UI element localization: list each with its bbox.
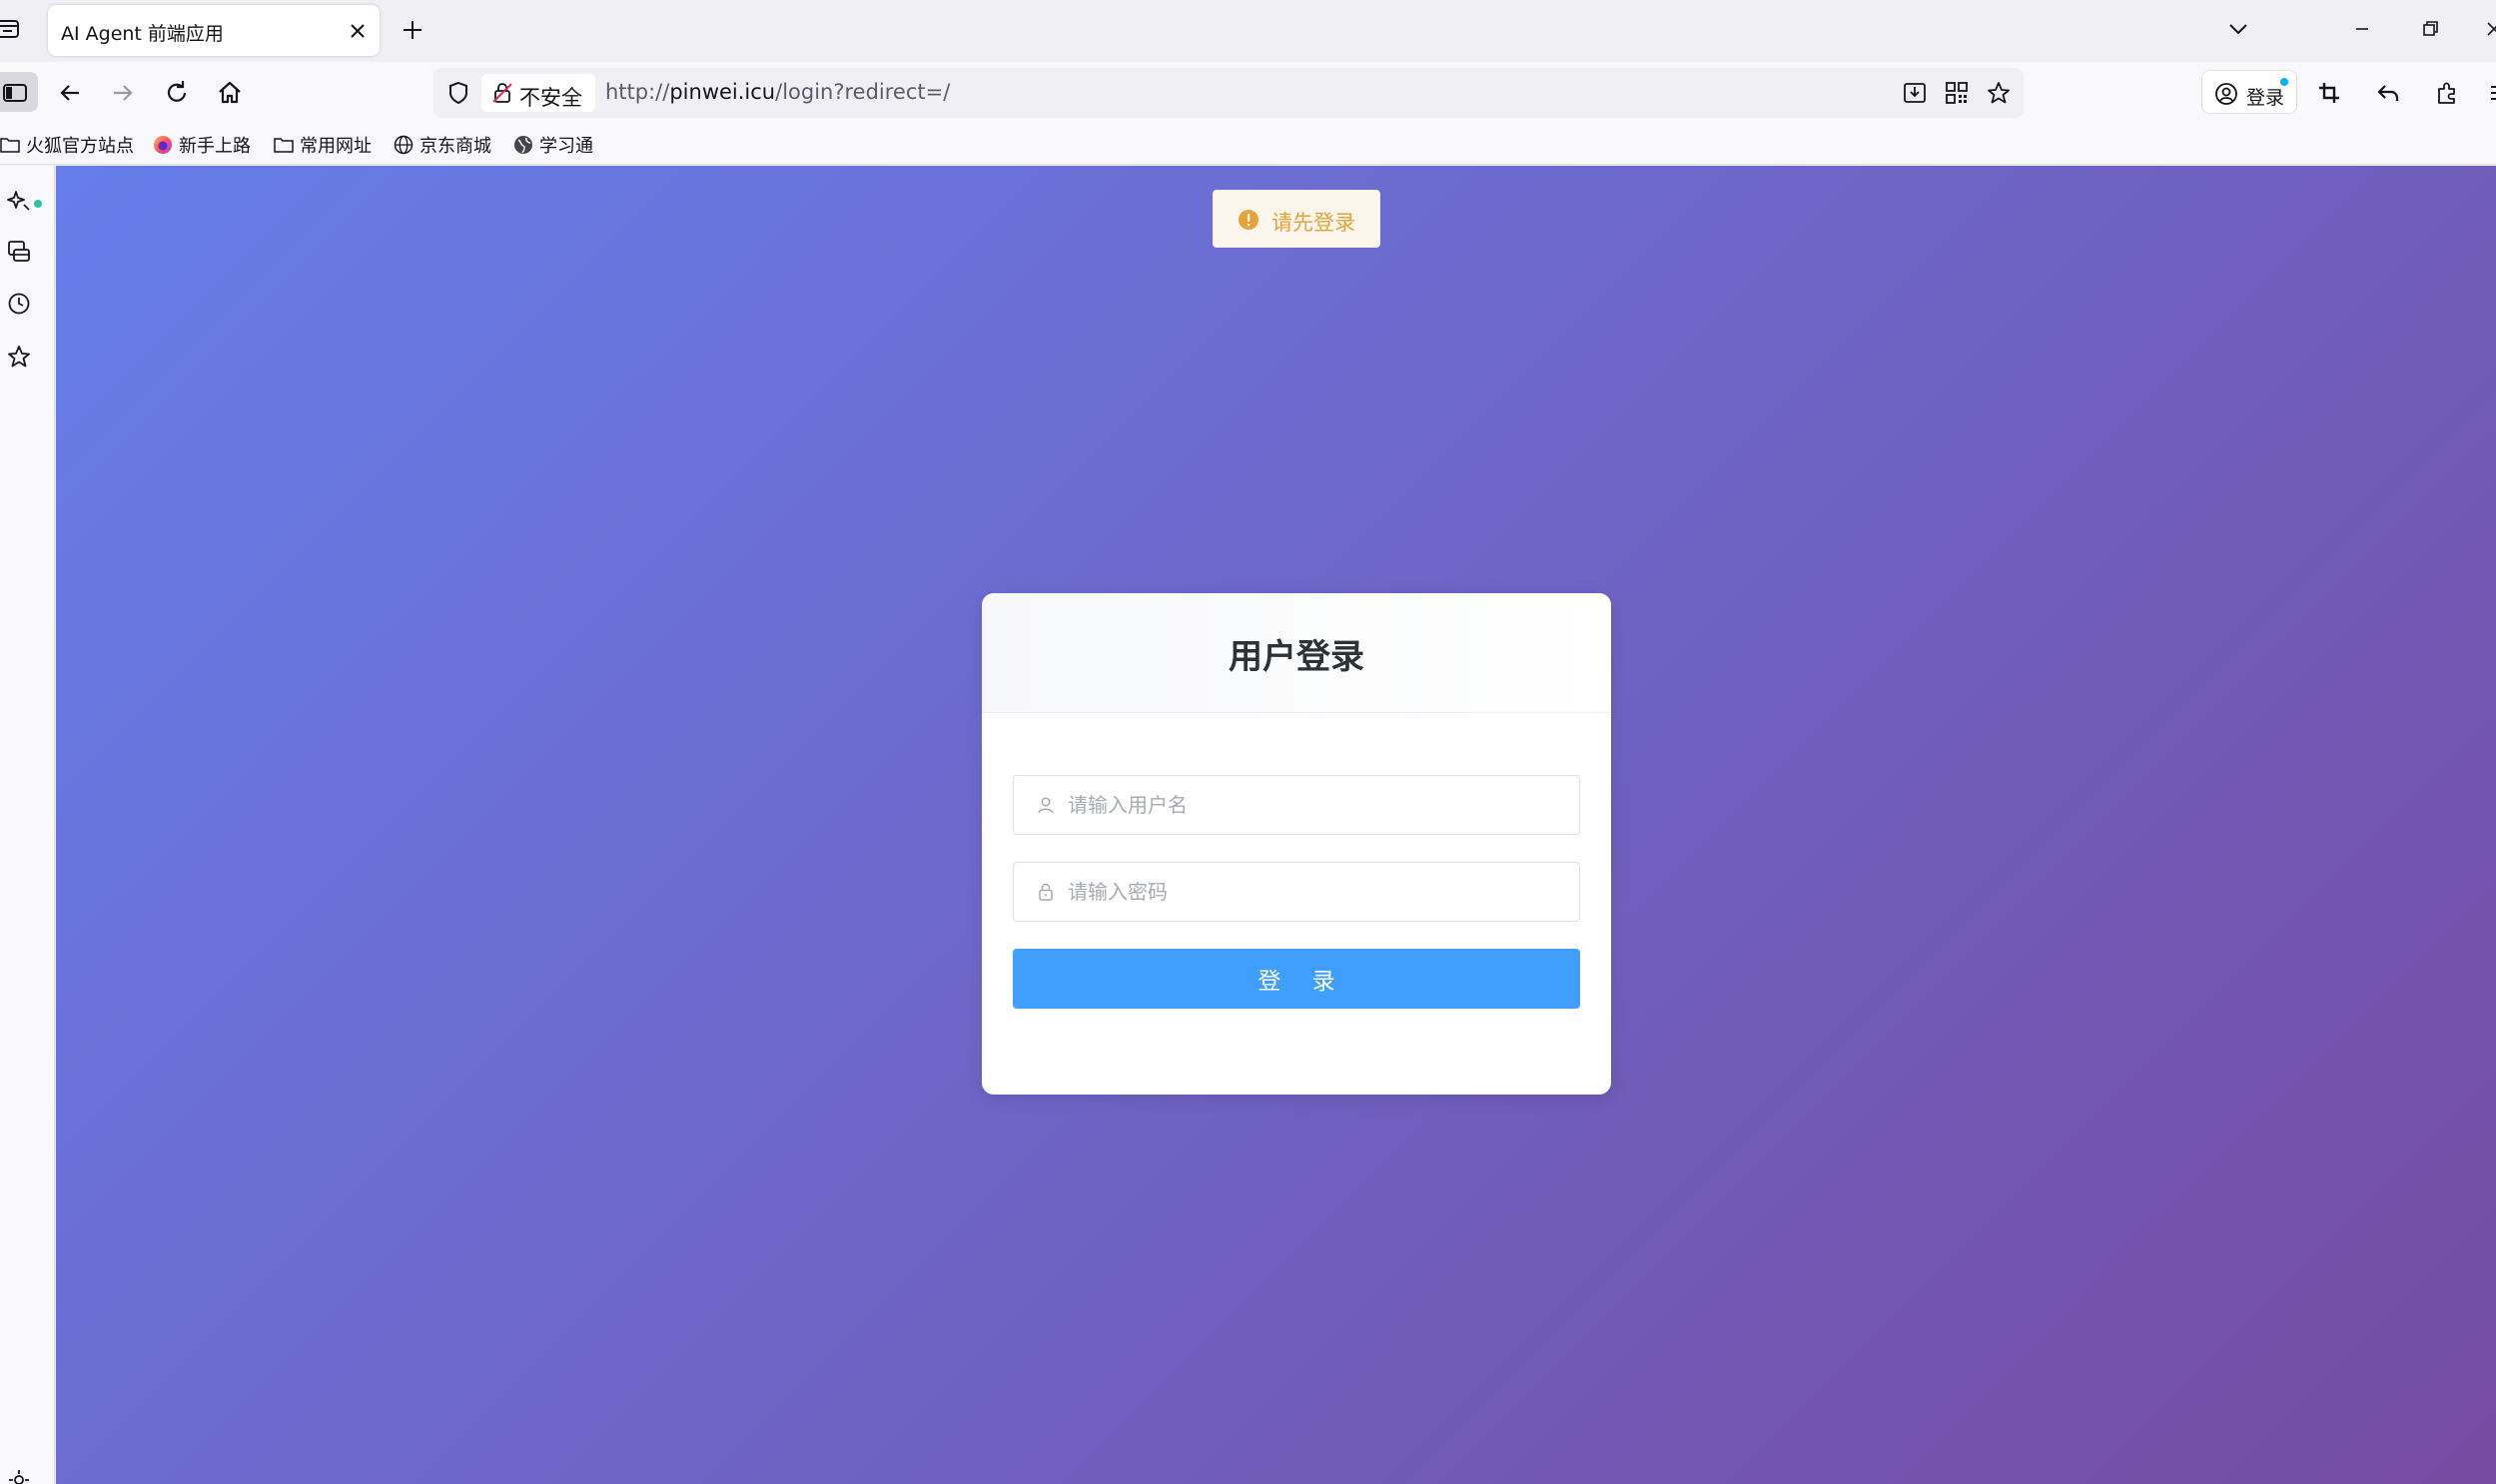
shield-icon[interactable]	[445, 80, 471, 106]
url-text[interactable]: http://pinwei.icu/login?redirect=/	[605, 80, 950, 104]
globe-icon	[513, 135, 533, 155]
bookmark-label: 火狐官方站点	[26, 136, 134, 157]
firefox-icon	[153, 135, 173, 155]
connection-insecure-badge[interactable]: 不安全	[481, 74, 595, 112]
login-button[interactable]: 登 录	[1013, 949, 1580, 1009]
browser-tab-active[interactable]: AI Agent 前端应用	[48, 5, 380, 56]
ai-sparkle-icon[interactable]	[5, 186, 42, 214]
username-field[interactable]	[1013, 775, 1580, 835]
synced-tabs-icon[interactable]	[5, 238, 33, 266]
address-bar[interactable]: 不安全 http://pinwei.icu/login?redirect=/	[433, 68, 2024, 118]
bookmark-item[interactable]: 新手上路	[153, 131, 251, 159]
login-title: 用户登录	[1229, 637, 1364, 677]
navigation-toolbar: 不安全 http://pinwei.icu/login?redirect=/ 登…	[0, 62, 2496, 125]
back-arrow-icon[interactable]	[55, 78, 85, 108]
window-close-icon[interactable]	[2481, 16, 2496, 42]
reload-icon[interactable]	[162, 78, 192, 108]
warning-toast: 请先登录	[1213, 190, 1380, 248]
new-tab-icon[interactable]	[400, 17, 425, 43]
hamburger-menu-icon[interactable]	[2487, 79, 2496, 107]
password-field[interactable]	[1013, 862, 1580, 922]
extensions-puzzle-icon[interactable]	[2433, 79, 2461, 107]
bookmark-label: 常用网址	[300, 136, 372, 157]
card-header: 用户登录	[982, 593, 1611, 713]
qr-code-icon[interactable]	[1944, 80, 1970, 106]
folder-icon	[274, 136, 294, 154]
bookmark-label: 学习通	[539, 136, 593, 157]
password-input[interactable]	[1068, 863, 1567, 921]
url-host: pinwei.icu	[669, 80, 776, 104]
account-button[interactable]: 登录	[2201, 70, 2297, 114]
browser-sidebar	[0, 166, 55, 1484]
undo-icon[interactable]	[2375, 79, 2403, 107]
download-icon[interactable]	[1902, 80, 1928, 106]
toast-message: 请先登录	[1271, 211, 1355, 235]
bookmark-star-icon[interactable]	[1986, 80, 2012, 106]
minimize-icon[interactable]	[2349, 16, 2375, 42]
bookmark-label: 京东商城	[419, 136, 491, 157]
screenshot-crop-icon[interactable]	[2315, 79, 2343, 107]
bookmark-item[interactable]: 京东商城	[394, 131, 491, 159]
notification-dot	[2280, 78, 2288, 86]
warning-icon	[1238, 209, 1259, 231]
restore-icon[interactable]	[2417, 16, 2443, 42]
sidebar-toggle-button[interactable]	[0, 72, 38, 112]
firefox-view-icon[interactable]	[0, 16, 22, 42]
status-dot	[34, 200, 42, 208]
lock-icon	[1036, 882, 1056, 902]
folder-icon	[0, 136, 20, 154]
login-card: 用户登录 登 录	[982, 593, 1611, 1095]
customize-sidebar-icon[interactable]	[5, 1466, 33, 1484]
bookmark-item[interactable]: 火狐官方站点	[0, 131, 134, 159]
account-label: 登录	[2246, 87, 2285, 109]
home-icon[interactable]	[215, 78, 245, 108]
insecure-lock-icon	[491, 82, 513, 104]
tab-strip: AI Agent 前端应用	[0, 0, 2496, 62]
forward-arrow-icon[interactable]	[108, 78, 138, 108]
account-icon	[2214, 82, 2238, 106]
url-path: /login?redirect=/	[775, 80, 951, 104]
url-prefix: http://	[605, 80, 670, 104]
chevron-down-icon[interactable]	[2225, 18, 2251, 40]
bookmarks-star-icon[interactable]	[5, 343, 33, 371]
username-input[interactable]	[1068, 776, 1567, 834]
bookmark-item[interactable]: 常用网址	[274, 131, 372, 159]
insecure-label: 不安全	[519, 86, 582, 110]
bookmarks-toolbar: 火狐官方站点 新手上路 常用网址 京东商城 学习通	[0, 125, 2496, 165]
user-icon	[1036, 795, 1056, 815]
login-page: 请先登录 用户登录 登 录	[56, 166, 2496, 1484]
close-tab-icon[interactable]	[348, 21, 368, 41]
history-clock-icon[interactable]	[5, 290, 33, 318]
bookmark-label: 新手上路	[179, 136, 251, 157]
bookmark-item[interactable]: 学习通	[513, 131, 593, 159]
globe-icon	[394, 135, 414, 155]
tab-title: AI Agent 前端应用	[61, 23, 224, 45]
